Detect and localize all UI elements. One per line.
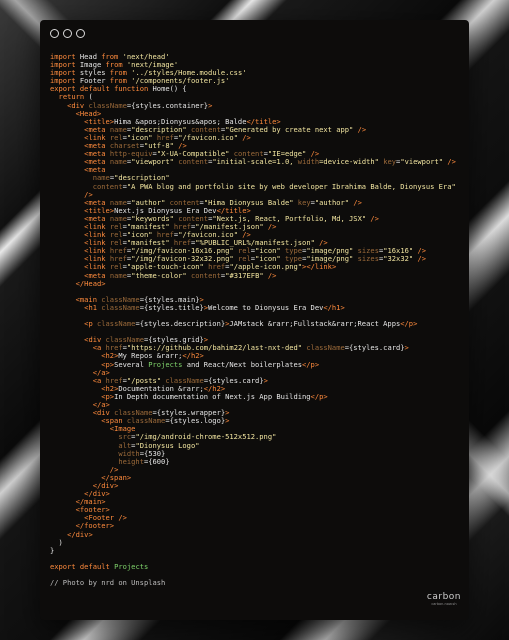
code-line: </div> [84, 489, 110, 499]
minimize-control-icon[interactable] [63, 29, 72, 38]
window-controls [50, 29, 85, 38]
code-line: <div className={styles.container}> [67, 100, 213, 110]
code-line: <meta name="viewport" content="initial-s… [84, 157, 456, 167]
code-line: content="A PWA blog and portfolio site b… [92, 181, 456, 191]
code-line: <p>Several Projects and React/Next boile… [101, 359, 320, 369]
code-line: // Photo by nrd on Unsplash [50, 578, 166, 588]
close-control-icon[interactable] [50, 29, 59, 38]
code-line: export default function Home() { [50, 84, 187, 94]
code-line: <h1 className={styles.title}>Welcome to … [84, 302, 345, 312]
code-line: ) [50, 537, 63, 547]
code-line: </main> [75, 497, 106, 507]
maximize-control-icon[interactable] [76, 29, 85, 38]
code-line: </div> [92, 480, 119, 490]
code-line: <p className={styles.description}>JAMsta… [84, 319, 418, 329]
code-line: export default Projects [50, 561, 149, 571]
brand-name: carbon [426, 592, 461, 602]
code-line: <meta name="theme-color" content="#317EF… [84, 270, 277, 280]
code-window: import Head from 'next/head' import Image… [40, 20, 469, 620]
code-line: <p>In Depth documentation of Next.js App… [101, 391, 328, 401]
brand-url: carbon.now.sh [431, 602, 457, 606]
code-line: </div> [67, 529, 93, 539]
code-block: import Head from 'next/head' import Image… [50, 52, 463, 588]
code-line: </footer> [75, 521, 115, 531]
code-line: </Head> [75, 278, 106, 288]
carbon-watermark: carbon carbon.now.sh [427, 592, 461, 606]
code-line: } [50, 545, 55, 555]
